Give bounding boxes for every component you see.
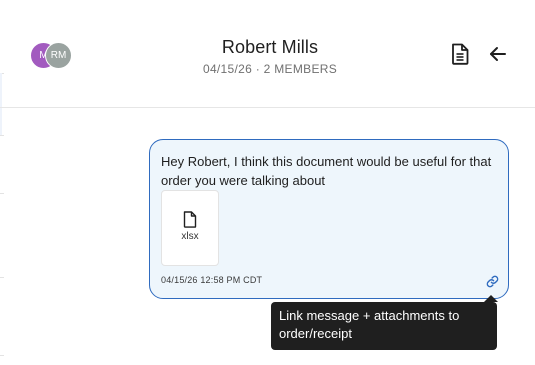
link-tooltip: Link message + attachments to order/rece… <box>271 302 497 350</box>
back-button[interactable] <box>486 42 510 66</box>
list-divider <box>0 277 4 278</box>
link-icon <box>486 275 498 287</box>
list-divider <box>0 135 4 136</box>
document-icon <box>452 43 469 65</box>
list-divider <box>0 193 4 194</box>
message-bubble[interactable]: Hey Robert, I think this document would … <box>149 139 509 299</box>
file-icon <box>183 211 197 228</box>
tooltip-arrow <box>484 295 498 302</box>
chat-panel: M RM Robert Mills 04/15/26 · 2 MEMBERS H… <box>0 0 535 365</box>
back-arrow-icon <box>490 47 506 61</box>
message-timestamp: 04/15/26 12:58 PM CDT <box>161 275 263 285</box>
attachment-tile[interactable]: xlsx <box>161 190 219 266</box>
document-button[interactable] <box>448 42 472 66</box>
list-divider <box>0 355 4 356</box>
chat-header: M RM Robert Mills 04/15/26 · 2 MEMBERS <box>0 0 535 108</box>
attachment-extension: xlsx <box>181 231 199 242</box>
link-to-order-button[interactable] <box>484 273 500 289</box>
message-text: Hey Robert, I think this document would … <box>161 154 492 188</box>
